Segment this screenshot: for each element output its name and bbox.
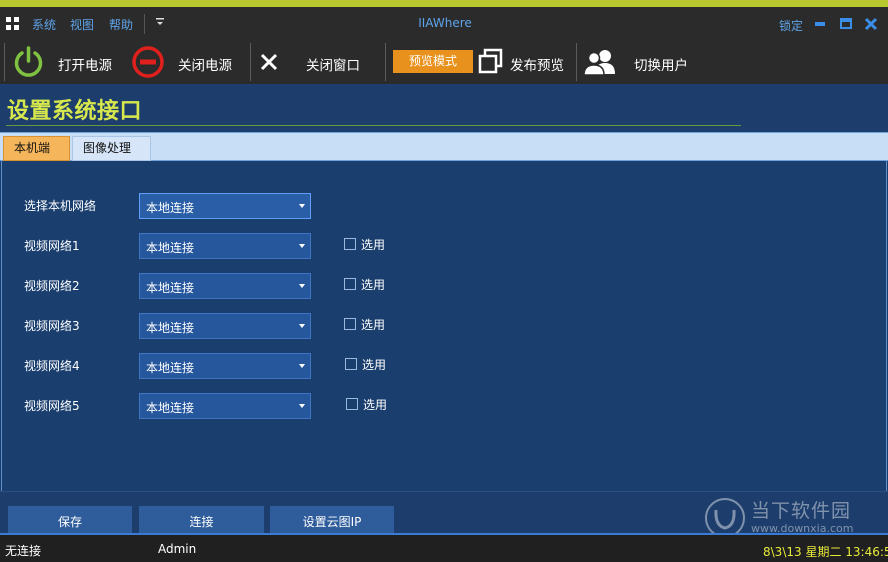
caret-down-icon: [299, 204, 305, 208]
quick-access-dropdown-icon[interactable]: [155, 16, 165, 28]
video-network-3-checkbox-label[interactable]: 选用: [361, 316, 385, 333]
connection-status: 无连接: [5, 544, 42, 558]
minimize-icon[interactable]: [813, 17, 827, 31]
video-network-5-select[interactable]: 本地连接: [139, 393, 311, 419]
video-network-4-checkbox-label[interactable]: 选用: [362, 356, 386, 373]
status-bar: 无连接 Admin 8\3\13 星期二 13:46:5: [0, 533, 888, 562]
datetime-display: 8\3\13 星期二 13:46:5: [763, 545, 888, 559]
video-network-4-label: 视频网络4: [24, 359, 80, 373]
menu-help[interactable]: 帮助: [109, 16, 133, 33]
power-off-icon[interactable]: [131, 45, 165, 79]
toolbar-separator: [4, 43, 5, 81]
toolbar-separator: [576, 43, 577, 81]
maximize-icon[interactable]: [839, 17, 853, 31]
video-network-1-checkbox-label[interactable]: 选用: [361, 236, 385, 253]
caret-down-icon: [299, 404, 305, 408]
local-network-label: 选择本机网络: [24, 199, 97, 213]
video-network-3-label: 视频网络3: [24, 319, 80, 333]
top-accent-bar: [0, 0, 888, 7]
video-network-5-label: 视频网络5: [24, 399, 80, 413]
tab-local-port[interactable]: 本机端口: [3, 136, 70, 178]
page-title: 设置系统接口: [7, 99, 143, 124]
tabs-bar: 本机端口 图像处理器: [0, 132, 888, 178]
power-on-icon[interactable]: [12, 45, 45, 78]
toolbar-separator: [250, 43, 251, 81]
title-bar: 系统 视图 帮助 IIAWhere 锁定: [0, 7, 888, 40]
select-value: 本地连接: [146, 201, 195, 215]
toolbar: 打开电源 关闭电源 关闭窗口 预览模式 发布预览 切换用户: [0, 40, 888, 84]
caret-down-icon: [299, 324, 305, 328]
select-value: 本地连接: [146, 401, 195, 415]
tab-image-processor[interactable]: 图像处理器: [72, 136, 151, 178]
close-window-icon[interactable]: [864, 17, 878, 31]
video-network-2-label: 视频网络2: [24, 279, 80, 293]
video-network-1-select[interactable]: 本地连接: [139, 233, 311, 259]
menu-system[interactable]: 系统: [32, 16, 56, 33]
close-x-icon[interactable]: [260, 53, 278, 71]
caret-down-icon: [299, 244, 305, 248]
video-network-1-label: 视频网络1: [24, 239, 80, 253]
power-off-button[interactable]: 关闭电源: [178, 54, 232, 74]
video-network-4-checkbox[interactable]: [345, 358, 357, 370]
preview-mode-button[interactable]: 预览模式: [393, 50, 473, 73]
title-separator: [144, 14, 145, 34]
select-value: 本地连接: [146, 241, 195, 255]
menu-view[interactable]: 视图: [70, 16, 94, 33]
caret-down-icon: [299, 284, 305, 288]
video-network-5-checkbox-label[interactable]: 选用: [363, 396, 387, 413]
app-title: IIAWhere: [418, 16, 472, 30]
settings-page: 设置系统接口 本机端口 图像处理器 选择本机网络 本地连接 视频网络1 本地连接…: [0, 84, 888, 534]
select-value: 本地连接: [146, 321, 195, 335]
network-settings-panel: 选择本机网络 本地连接 视频网络1 本地连接 选用 视频网络2 本地连接 选用 …: [1, 161, 887, 491]
video-network-2-select[interactable]: 本地连接: [139, 273, 311, 299]
video-network-4-select[interactable]: 本地连接: [139, 353, 311, 379]
select-value: 本地连接: [146, 281, 195, 295]
power-on-button[interactable]: 打开电源: [58, 54, 112, 74]
watermark-title: 当下软件园: [751, 500, 852, 522]
select-value: 本地连接: [146, 361, 195, 375]
current-user: Admin: [158, 542, 197, 556]
local-network-select[interactable]: 本地连接: [139, 193, 311, 219]
video-network-3-select[interactable]: 本地连接: [139, 313, 311, 339]
video-network-2-checkbox-label[interactable]: 选用: [361, 276, 385, 293]
publish-preview-button[interactable]: 发布预览: [510, 54, 564, 74]
video-network-3-checkbox[interactable]: [344, 318, 356, 330]
close-window-button[interactable]: 关闭窗口: [306, 54, 360, 74]
connect-button[interactable]: 连接: [139, 506, 264, 534]
set-cloud-ip-button[interactable]: 设置云图IP: [270, 506, 394, 534]
switch-user-icon[interactable]: [582, 47, 618, 77]
title-underline: [6, 125, 741, 126]
video-network-5-checkbox[interactable]: [346, 398, 358, 410]
lock-button[interactable]: 锁定: [779, 17, 803, 34]
app-grid-icon[interactable]: [6, 17, 19, 30]
video-network-2-checkbox[interactable]: [344, 278, 356, 290]
publish-preview-icon[interactable]: [478, 48, 504, 74]
switch-user-button[interactable]: 切换用户: [634, 54, 688, 74]
caret-down-icon: [299, 364, 305, 368]
video-network-1-checkbox[interactable]: [344, 238, 356, 250]
toolbar-separator: [385, 43, 386, 81]
save-button[interactable]: 保存: [8, 506, 132, 534]
